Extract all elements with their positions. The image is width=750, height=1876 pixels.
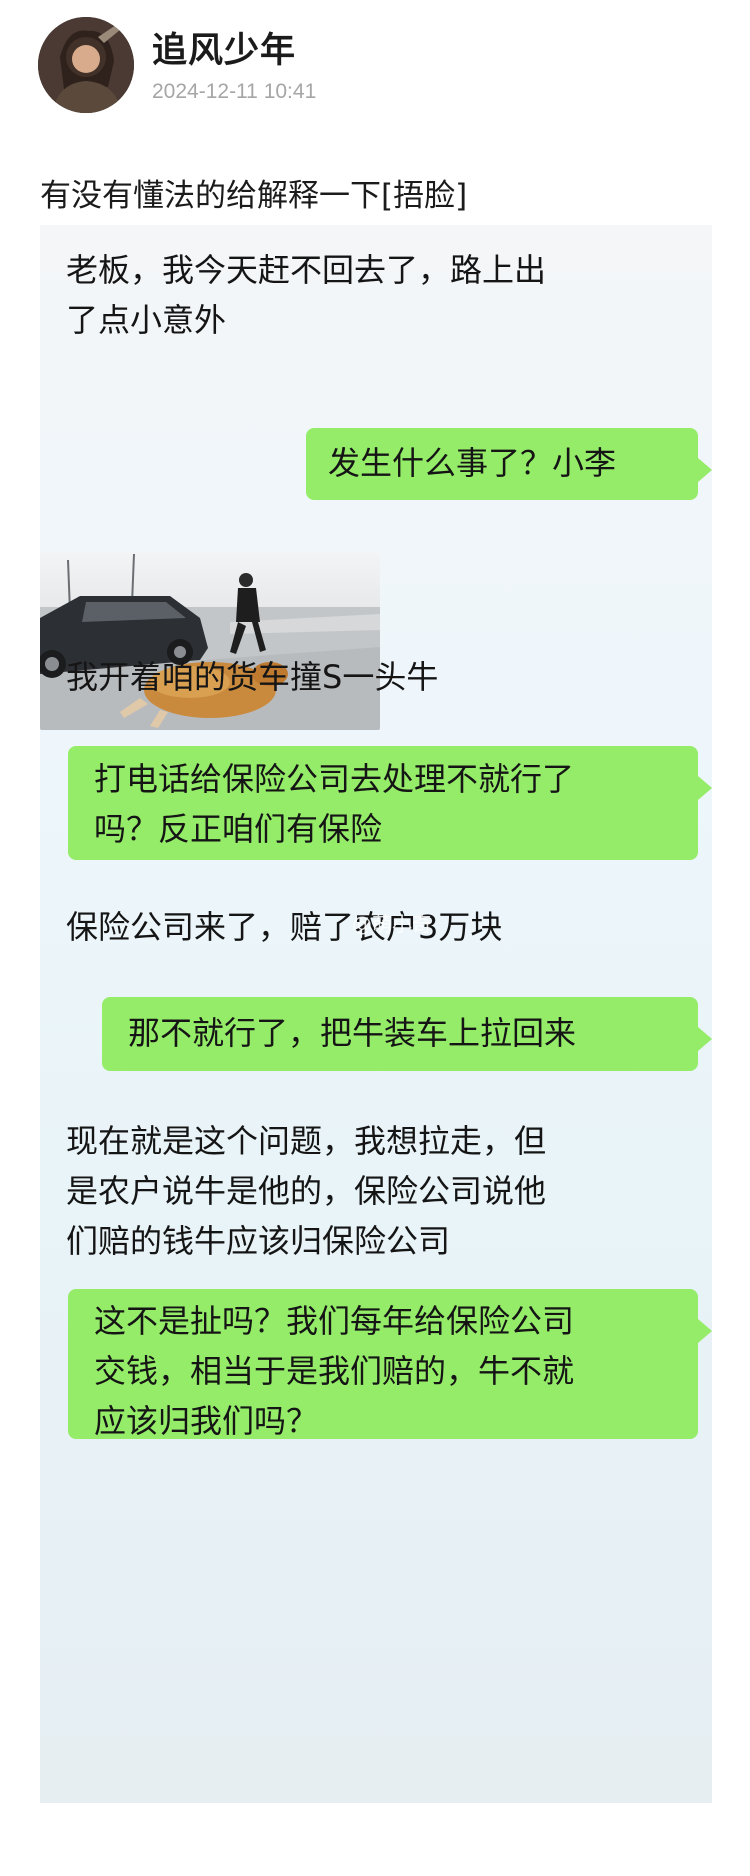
chat-bubble-7: 那不就行了，把牛装车上拉回来 bbox=[102, 997, 712, 1071]
message-line: 吗？反正咱们有保险 bbox=[94, 810, 383, 848]
message-line: 打电话给保险公司去处理不就行了 bbox=[94, 760, 575, 798]
message-line: 老板，我今天赶不回去了，路上出 bbox=[66, 251, 547, 289]
message-line: 应该归我们吗？ bbox=[94, 1402, 319, 1440]
avatar[interactable] bbox=[38, 17, 134, 113]
post-timestamp: 2024-12-11 10:41 bbox=[152, 80, 317, 103]
chat-message-6: 保险公司来了，赔了农户3万块 bbox=[66, 902, 502, 952]
message-line: 交钱，相当于是我们赔的，牛不就 bbox=[94, 1352, 575, 1390]
avatar-image bbox=[38, 17, 134, 113]
chat-bubble-2: 发生什么事了？小李 bbox=[306, 428, 712, 500]
message-line: 我开着咱的货车撞S一头牛 bbox=[66, 658, 439, 696]
accident-photo[interactable] bbox=[40, 552, 380, 730]
message-line: 了点小意外 bbox=[66, 301, 227, 339]
accident-photo-image bbox=[40, 552, 380, 730]
message-line: 发生什么事了？小李 bbox=[328, 444, 617, 482]
message-line: 们赔的钱牛应该归保险公司 bbox=[66, 1222, 451, 1260]
message-line: 这不是扯吗？我们每年给保险公司 bbox=[94, 1302, 575, 1340]
chat-bubble-5: 打电话给保险公司去处理不就行了 吗？反正咱们有保险 bbox=[68, 746, 712, 860]
watermark: @萌小奇 bbox=[352, 912, 432, 936]
chat-screenshot: 老板，我今天赶不回去了，路上出 了点小意外 发生什么事了？小李 我开着咱的货车撞… bbox=[40, 225, 712, 1803]
message-line: 保险公司来了，赔了农户3万块 bbox=[66, 908, 503, 946]
username[interactable]: 追风少年 bbox=[152, 22, 296, 73]
chat-message-4: 我开着咱的货车撞S一头牛 bbox=[66, 652, 438, 702]
chat-message-1: 老板，我今天赶不回去了，路上出 了点小意外 bbox=[66, 245, 546, 345]
chat-bubble-9: 这不是扯吗？我们每年给保险公司 交钱，相当于是我们赔的，牛不就 应该归我们吗？ bbox=[68, 1289, 712, 1440]
message-line: 现在就是这个问题，我想拉走，但 bbox=[66, 1122, 547, 1160]
message-line: 那不就行了，把牛装车上拉回来 bbox=[128, 1014, 577, 1052]
post-text: 有没有懂法的给解释一下[捂脸] bbox=[40, 178, 468, 214]
chat-message-8: 现在就是这个问题，我想拉走，但 是农户说牛是他的，保险公司说他 们赔的钱牛应该归… bbox=[66, 1116, 546, 1266]
message-line: 是农户说牛是他的，保险公司说他 bbox=[66, 1172, 547, 1210]
